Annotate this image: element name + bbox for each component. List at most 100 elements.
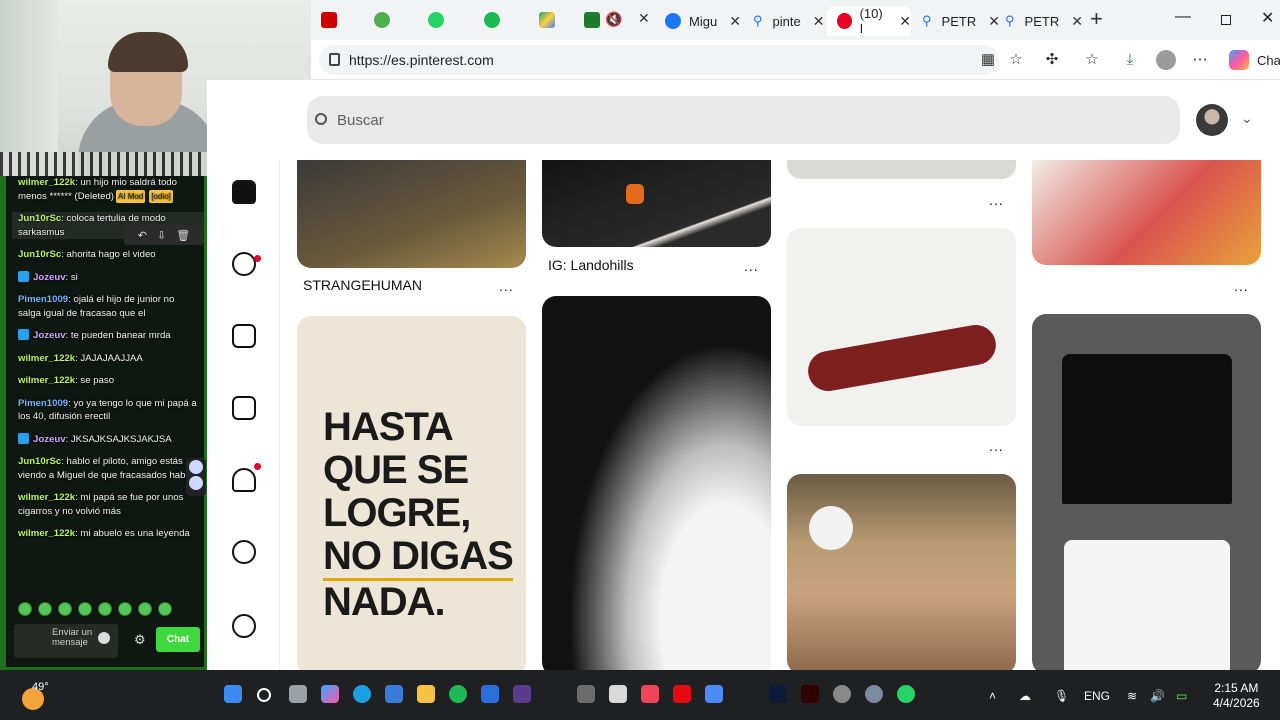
emoji-icon[interactable] — [98, 632, 110, 644]
spotify-icon[interactable] — [449, 685, 467, 703]
pin-more-button[interactable]: ... — [989, 438, 1004, 454]
pin-image[interactable] — [1032, 314, 1261, 670]
pin-poster[interactable]: HASTA QUE SE LOGRE, NO DIGAS NADA. — [297, 316, 526, 670]
app-icon[interactable] — [513, 685, 531, 703]
address-bar[interactable]: https://es.pinterest.com — [319, 45, 999, 75]
pin-more-button[interactable]: ... — [499, 278, 514, 294]
emote-icon[interactable] — [158, 602, 172, 616]
chat-message[interactable]: Jun10rSc: ahorita hago el video — [18, 248, 198, 262]
extensions-icon[interactable]: ✣ — [1043, 52, 1061, 68]
chat-username[interactable]: Jun10rSc — [18, 456, 61, 467]
chat-message[interactable]: Jozeuv: te pueden banear mrda — [18, 329, 198, 343]
pin-image[interactable] — [787, 228, 1016, 426]
boards-icon[interactable] — [232, 324, 256, 348]
emote-icon[interactable] — [18, 602, 32, 616]
task-view-icon[interactable] — [289, 685, 307, 703]
star-icon[interactable]: ☆ — [1007, 52, 1025, 68]
chat-username[interactable]: Jun10rSc — [18, 213, 61, 224]
reply-icon[interactable]: ↶ — [138, 229, 147, 242]
pin-image[interactable] — [787, 474, 1016, 670]
chat-message[interactable]: wilmer_122k: mi papá se fue por unos cig… — [18, 491, 198, 518]
chat-username[interactable]: wilmer_122k — [18, 492, 75, 503]
drive-icon[interactable] — [539, 12, 555, 28]
close-tab-icon[interactable]: ✕ — [729, 13, 741, 30]
delete-icon[interactable]: 🗑 — [176, 229, 190, 242]
chat-username[interactable]: wilmer_122k — [18, 375, 75, 386]
muted-speaker-icon[interactable]: 🔇 — [605, 11, 622, 28]
tab-facebook[interactable]: Migu ✕ — [665, 6, 741, 36]
chat-message[interactable]: wilmer_122k: se paso — [18, 374, 198, 388]
emote-icon[interactable] — [98, 602, 112, 616]
gear-icon[interactable] — [865, 685, 883, 703]
pin-icon[interactable]: ⇩ — [157, 229, 166, 242]
emote-icon[interactable] — [38, 602, 52, 616]
store-icon[interactable] — [385, 685, 403, 703]
pin-image[interactable] — [1032, 160, 1261, 265]
app-icon[interactable] — [609, 685, 627, 703]
favorites-icon[interactable]: ☆ — [1083, 52, 1101, 68]
chat-message[interactable]: wilmer_122k: mi abuelo es una leyenda — [18, 527, 198, 541]
chat-message[interactable]: Jun10rSc: hablo el piloto, amigo estás v… — [18, 455, 198, 482]
create-icon[interactable] — [232, 396, 256, 420]
profile-avatar[interactable] — [1196, 104, 1228, 136]
volume-icon[interactable]: 🔊 — [1150, 689, 1165, 703]
music-icon[interactable] — [641, 685, 659, 703]
spotify-icon[interactable] — [484, 12, 500, 28]
battery-icon[interactable]: ▭ — [1176, 689, 1187, 703]
search-icon[interactable] — [257, 688, 271, 702]
system-clock[interactable]: 2:15 AM 4/4/2026 — [1213, 681, 1260, 711]
extension-icon[interactable] — [189, 476, 203, 490]
copilot-icon[interactable] — [321, 685, 339, 703]
folder-icon[interactable] — [417, 685, 435, 703]
chevron-up-icon[interactable]: ˄ — [989, 689, 996, 703]
emote-icon[interactable] — [118, 602, 132, 616]
close-tab-icon[interactable]: ✕ — [1071, 13, 1083, 30]
microphone-icon[interactable]: 🎙 — [1054, 689, 1069, 703]
chat-message[interactable]: Jozeuv: si — [18, 270, 198, 285]
maximize-button[interactable] — [1221, 15, 1231, 25]
chat-message[interactable]: wilmer_122k: JAJAJAAJJAA — [18, 352, 198, 366]
netflix-icon[interactable] — [673, 685, 691, 703]
close-tab-icon[interactable]: ✕ — [638, 10, 650, 27]
apps-icon[interactable]: ▦ — [979, 52, 997, 68]
start-icon[interactable] — [224, 685, 242, 703]
edge-icon[interactable] — [353, 685, 371, 703]
pin-title[interactable]: STRANGEHUMAN — [303, 277, 422, 293]
bell-icon[interactable] — [232, 468, 256, 492]
chat-username[interactable]: wilmer_122k — [18, 528, 75, 539]
emote-icon[interactable] — [58, 602, 72, 616]
chat-username[interactable]: Jun10rSc — [18, 249, 61, 260]
close-window-button[interactable]: ✕ — [1261, 8, 1274, 28]
chat-message[interactable]: Pimen1009: ojalá el hijo de junior no sa… — [18, 293, 198, 320]
emote-icon[interactable] — [138, 602, 152, 616]
explore-icon[interactable] — [232, 252, 256, 276]
chevron-down-icon[interactable]: ⌄ — [1241, 110, 1253, 127]
shield-icon[interactable] — [481, 685, 499, 703]
cloud-icon[interactable]: ☁ — [1019, 689, 1031, 703]
language-indicator[interactable]: ENG — [1084, 689, 1110, 703]
chat-username[interactable]: Jozeuv — [33, 330, 66, 341]
pin-image[interactable] — [297, 160, 526, 268]
gear-icon[interactable] — [232, 614, 256, 638]
minimize-button[interactable]: — — [1175, 8, 1191, 26]
pin-image[interactable] — [542, 160, 771, 247]
chat-username[interactable]: Jozeuv — [33, 272, 66, 283]
search-input[interactable]: Buscar — [307, 96, 1180, 144]
chat-message[interactable]: wilmer_122k: un hijo mio saldrá todo men… — [18, 176, 198, 203]
new-tab-button[interactable]: + — [1090, 6, 1103, 32]
globe-icon[interactable] — [374, 12, 390, 28]
close-tab-icon[interactable]: ✕ — [899, 13, 911, 30]
pin-more-button[interactable]: ... — [744, 258, 759, 274]
chat-message[interactable]: Pimen1009: yo ya tengo lo que mi papá a … — [18, 397, 198, 424]
more-icon[interactable]: ⋯ — [1191, 52, 1209, 68]
pin-image[interactable] — [542, 296, 771, 670]
messages-icon[interactable] — [232, 540, 256, 564]
send-chat-button[interactable]: Chat — [156, 627, 200, 652]
tab-pinterest[interactable]: (10) I ✕ — [827, 6, 911, 36]
youtube-icon[interactable] — [321, 12, 337, 28]
whatsapp-icon[interactable] — [897, 685, 915, 703]
copilot-icon[interactable] — [1229, 50, 1249, 70]
emote-icon[interactable] — [78, 602, 92, 616]
tab-search-pinterest[interactable]: ⚲ pinte ✕ — [753, 6, 824, 36]
copilot-chat-button[interactable]: Chat — [1257, 53, 1280, 68]
